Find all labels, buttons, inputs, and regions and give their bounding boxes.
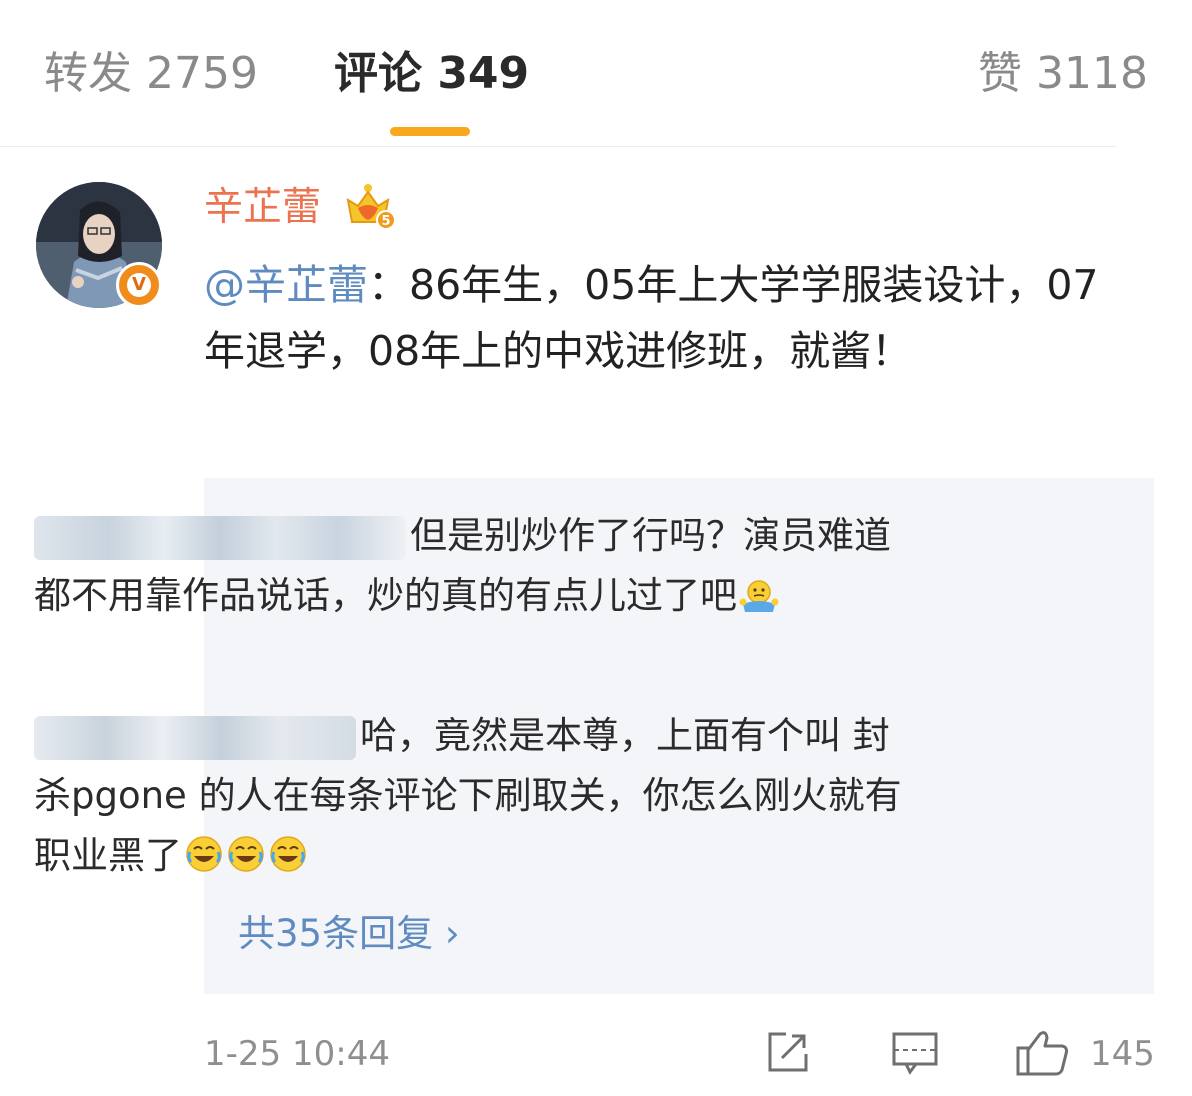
- like-count: 145: [1090, 1034, 1155, 1074]
- laugh-cry-emoji-icon: [184, 832, 310, 892]
- more-replies-link[interactable]: 共35条回复 ›: [238, 908, 460, 960]
- tab-comments[interactable]: 评论 349: [334, 46, 529, 102]
- share-icon[interactable]: [764, 1028, 812, 1080]
- verified-v-icon: V: [116, 262, 162, 308]
- tab-likes[interactable]: 赞 3118: [978, 46, 1148, 102]
- svg-text:5: 5: [381, 214, 390, 229]
- comment-icon[interactable]: [890, 1028, 940, 1080]
- tab-repost[interactable]: 转发 2759: [44, 46, 258, 102]
- mention-link[interactable]: @辛芷蕾: [204, 261, 368, 309]
- comment-timestamp: 1-25 10:44: [204, 1034, 390, 1074]
- blurred-username: [34, 715, 356, 760]
- tab-bar: 转发 2759 评论 349 赞 3118: [0, 0, 1192, 146]
- blurred-username: [34, 515, 406, 560]
- crown-member-icon[interactable]: 5: [344, 180, 396, 232]
- thumbs-up-icon[interactable]: [1016, 1028, 1072, 1082]
- reply-item[interactable]: 哈，竟然是本尊，上面有个叫 封杀pgone 的人在每条评论下刷取关，你怎么刚火就…: [34, 706, 919, 892]
- username[interactable]: 辛芷蕾: [204, 180, 321, 236]
- comment-body: @辛芷蕾：86年生，05年上大学学服装设计，07年退学，08年上的中戏进修班，就…: [204, 252, 1124, 384]
- reply-item[interactable]: 但是别炒作了行吗？演员难道都不用靠作品说话，炒的真的有点儿过了吧: [34, 506, 919, 632]
- shrug-emoji-icon: [739, 572, 779, 632]
- divider: [0, 146, 1116, 147]
- active-tab-indicator: [390, 127, 470, 136]
